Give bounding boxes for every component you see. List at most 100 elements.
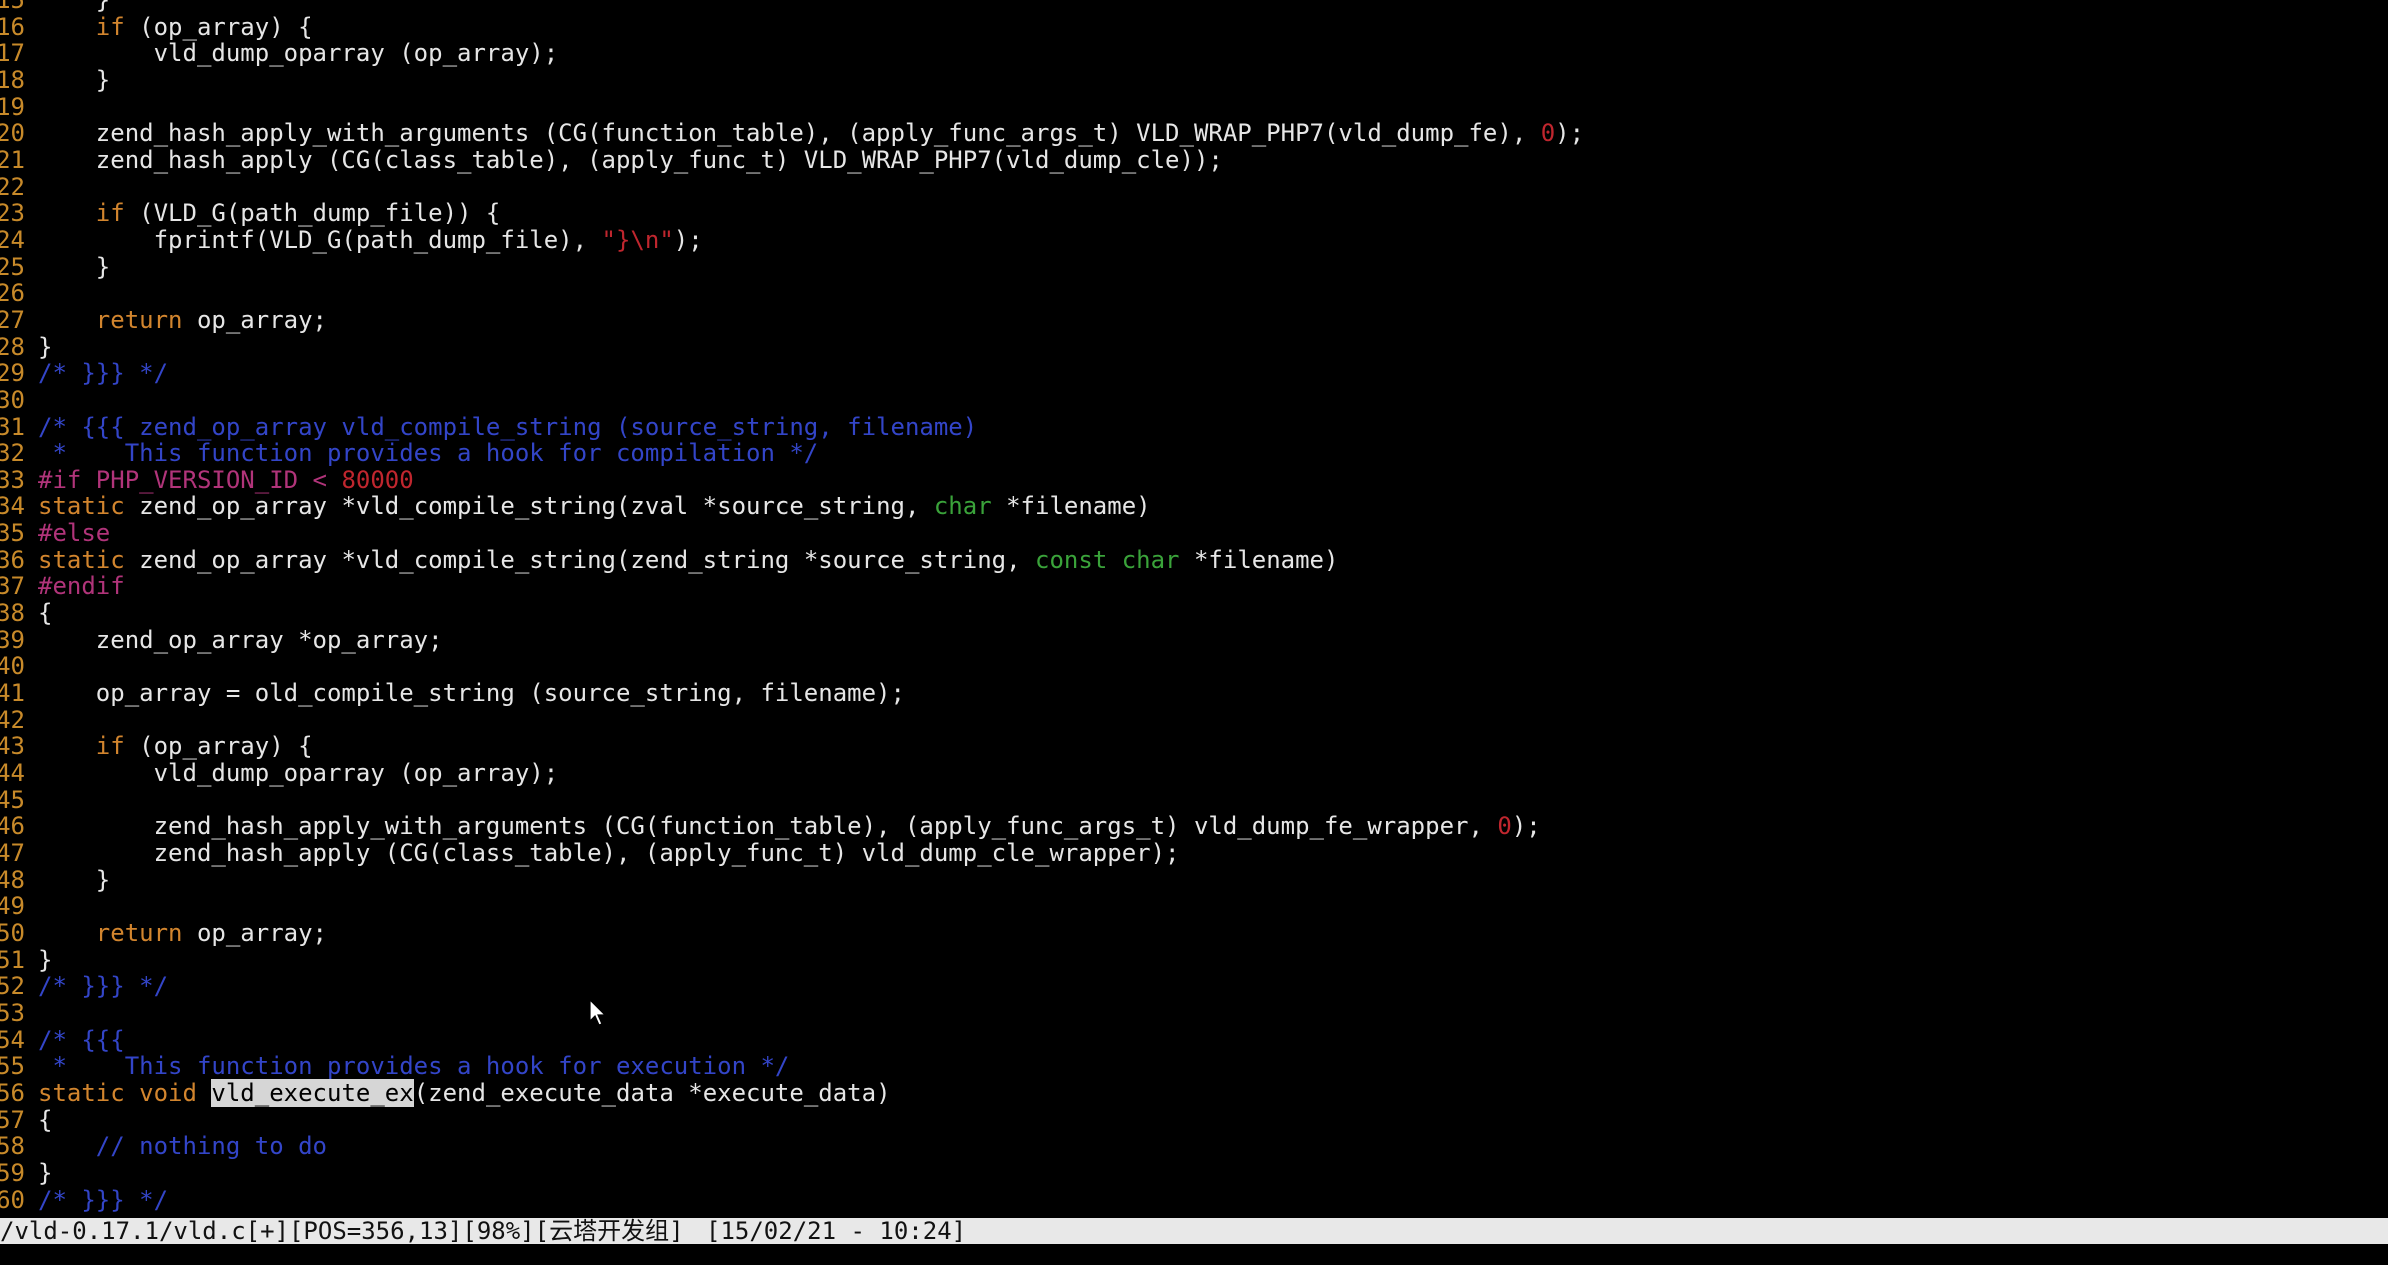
- code-token: *filename): [1179, 545, 1339, 574]
- code-line[interactable]: 45: [0, 787, 2388, 814]
- code-token: op_array = old_compile_string (source_st…: [38, 679, 905, 708]
- code-line[interactable]: 39 zend_op_array *op_array;: [0, 625, 2388, 654]
- code-line[interactable]: 48 }: [0, 865, 2388, 894]
- line-number: 47: [0, 839, 25, 867]
- code-line[interactable]: 31 /* {{{ zend_op_array vld_compile_strin…: [0, 412, 2388, 441]
- code-text: #endif: [38, 573, 125, 600]
- code-line[interactable]: 17 vld_dump_oparray (op_array);: [0, 40, 2388, 67]
- code-line[interactable]: 56 static void vld_execute_ex(zend_execut…: [0, 1078, 2388, 1107]
- code-line[interactable]: 20 zend_hash_apply_with_arguments (CG(fu…: [0, 120, 2388, 147]
- code-line[interactable]: 30: [0, 387, 2388, 414]
- line-number: 56: [0, 1078, 25, 1107]
- code-text: /* }}} */: [38, 1186, 168, 1214]
- command-line[interactable]: vld_execute_ex: [0, 1245, 2388, 1265]
- code-line[interactable]: 15 }: [0, 0, 2388, 14]
- code-line[interactable]: 35 #else: [0, 520, 2388, 547]
- line-number: 42: [0, 705, 25, 734]
- code-line[interactable]: 57 {: [0, 1106, 2388, 1134]
- code-text: {: [38, 1106, 52, 1134]
- code-line[interactable]: 32 * This function provides a hook for c…: [0, 440, 2388, 467]
- code-line[interactable]: 44 vld_dump_oparray (op_array);: [0, 760, 2388, 787]
- code-line[interactable]: 19: [0, 92, 2388, 121]
- line-number: 39: [0, 625, 25, 654]
- code-line[interactable]: 42: [0, 707, 2388, 734]
- code-line[interactable]: 41 op_array = old_compile_string (source…: [0, 680, 2388, 707]
- code-token: );: [1555, 119, 1585, 148]
- line-number: 21: [0, 145, 25, 174]
- code-line[interactable]: 27 return op_array;: [0, 307, 2388, 334]
- code-line[interactable]: 34 static zend_op_array *vld_compile_stri…: [0, 493, 2388, 520]
- line-number: 58: [0, 1132, 25, 1161]
- code-text: {: [38, 600, 52, 627]
- code-token: * This function provides a hook for comp…: [38, 439, 819, 468]
- line-number: 15: [0, 0, 25, 14]
- code-token: }: [38, 332, 53, 361]
- code-line[interactable]: 16 if (op_array) {: [0, 12, 2388, 41]
- code-line[interactable]: 37 #endif: [0, 573, 2388, 600]
- code-text: zend_hash_apply_with_arguments (CG(funct…: [38, 813, 1541, 840]
- code-line[interactable]: 49: [0, 893, 2388, 920]
- line-number: 35: [0, 519, 25, 548]
- code-token: static: [38, 545, 125, 574]
- line-number: 26: [0, 279, 25, 308]
- code-line[interactable]: 52 /* }}} */: [0, 973, 2388, 1000]
- code-token: (op_array) {: [124, 732, 313, 761]
- code-line[interactable]: 53: [0, 1000, 2388, 1027]
- line-number: 17: [0, 39, 25, 68]
- code-line[interactable]: 46 zend_hash_apply_with_arguments (CG(fu…: [0, 813, 2388, 840]
- code-token: #endif: [38, 572, 125, 601]
- code-line[interactable]: 50 return op_array;: [0, 920, 2388, 947]
- code-line[interactable]: 21 zend_hash_apply (CG(class_table), (ap…: [0, 147, 2388, 174]
- code-line[interactable]: 18 }: [0, 67, 2388, 94]
- code-token: {: [38, 599, 53, 628]
- code-line[interactable]: 26: [0, 280, 2388, 307]
- code-line[interactable]: 55 * This function provides a hook for e…: [0, 1053, 2388, 1080]
- code-line[interactable]: 47 zend_hash_apply (CG(class_table), (ap…: [0, 840, 2388, 867]
- code-text: }: [38, 865, 111, 894]
- code-line[interactable]: 29 /* }}} */: [0, 360, 2388, 387]
- code-text: vld_dump_oparray (op_array);: [38, 39, 559, 68]
- code-token: }: [38, 1158, 53, 1187]
- code-token: if: [95, 12, 125, 41]
- line-number: 59: [0, 1158, 25, 1187]
- code-text: static void vld_execute_ex(zend_execute_…: [38, 1078, 891, 1107]
- code-line[interactable]: 38 {: [0, 600, 2388, 627]
- code-text: return op_array;: [38, 920, 327, 947]
- code-token: zend_op_array *op_array;: [38, 625, 443, 654]
- code-line[interactable]: 36 static zend_op_array *vld_compile_stri…: [0, 545, 2388, 574]
- code-text: #if PHP_VERSION_ID < 80000: [38, 466, 414, 494]
- line-number: 50: [0, 918, 25, 947]
- line-number: 34: [0, 492, 25, 521]
- code-token: vld_dump_oparray (op_array);: [38, 39, 559, 68]
- status-file-info: /vld-0.17.1/vld.c[+][POS=356,13][98%][云塔…: [0, 1217, 684, 1245]
- line-number: 19: [0, 92, 25, 121]
- line-number: 55: [0, 1052, 25, 1081]
- line-number: 24: [0, 225, 25, 254]
- code-line[interactable]: 33 #if PHP_VERSION_ID < 80000: [0, 466, 2388, 494]
- line-number: 30: [0, 385, 25, 414]
- code-line[interactable]: 23 if (VLD_G(path_dump_file)) {: [0, 200, 2388, 227]
- code-text: }: [38, 1160, 52, 1187]
- code-line[interactable]: 25 }: [0, 253, 2388, 281]
- code-line[interactable]: 54 /* {{{: [0, 1026, 2388, 1054]
- line-number: 36: [0, 545, 25, 574]
- line-number: 23: [0, 199, 25, 228]
- code-line[interactable]: 51}: [0, 946, 2388, 974]
- code-line[interactable]: 22: [0, 172, 2388, 201]
- code-line[interactable]: 60 /* }}} */: [0, 1186, 2388, 1214]
- code-line[interactable]: 59}: [0, 1160, 2388, 1187]
- line-number: 31: [0, 412, 25, 441]
- code-editor[interactable]: 15 } 16 if (op_array) {17 vld_dump_oparra…: [0, 0, 2388, 1213]
- code-line[interactable]: 43 if (op_array) {: [0, 733, 2388, 760]
- code-token: }: [38, 865, 111, 894]
- code-line[interactable]: 58 // nothing to do: [0, 1133, 2388, 1160]
- line-number: 16: [0, 12, 25, 41]
- code-token: (zend_execute_data *execute_data): [413, 1078, 891, 1107]
- code-line[interactable]: 40: [0, 653, 2388, 680]
- line-number: 27: [0, 305, 25, 334]
- line-number: 22: [0, 172, 25, 201]
- code-line[interactable]: 28}: [0, 332, 2388, 361]
- code-line[interactable]: 24 fprintf(VLD_G(path_dump_file), "}\n")…: [0, 227, 2388, 254]
